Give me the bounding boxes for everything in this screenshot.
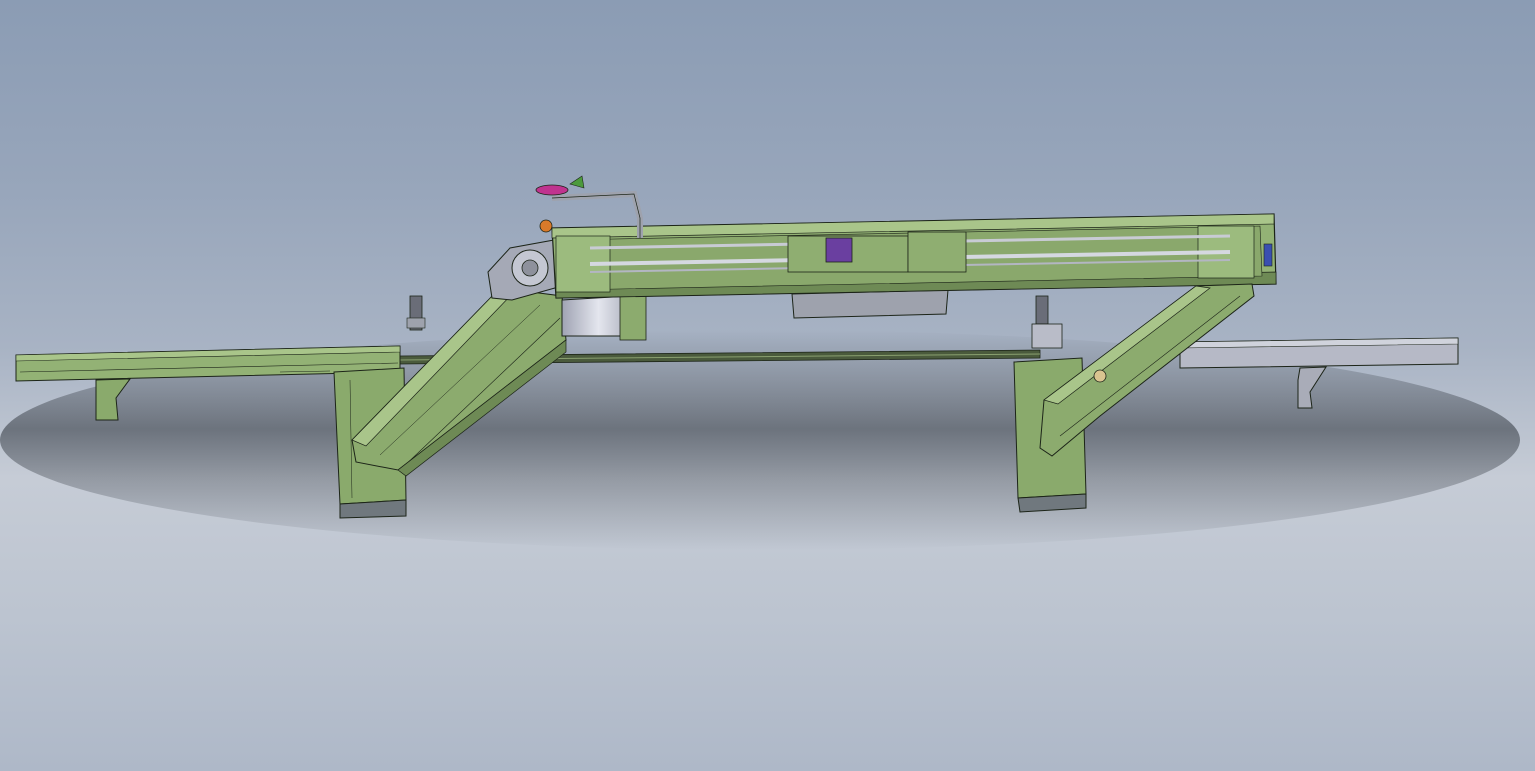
end-cap <box>1263 243 1273 267</box>
right-rail <box>1179 337 1459 369</box>
cylinder-right <box>1031 295 1063 349</box>
lower-hood <box>791 289 949 319</box>
cad-model-canvas[interactable] <box>0 0 1535 771</box>
drive-motor <box>487 239 563 301</box>
drum-guard <box>561 295 647 341</box>
carriage <box>787 231 967 273</box>
cylinder-left <box>406 295 426 331</box>
cad-viewport[interactable] <box>0 0 1535 771</box>
